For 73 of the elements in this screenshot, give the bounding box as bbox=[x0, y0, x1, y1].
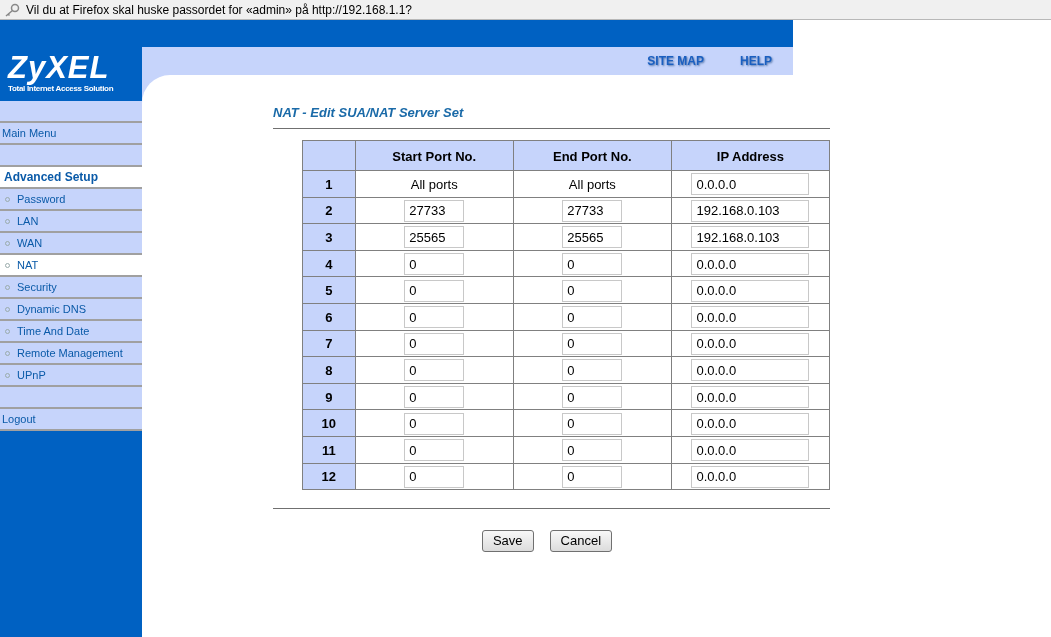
column-header: Start Port No. bbox=[392, 148, 477, 164]
start-port-field: All ports bbox=[410, 176, 458, 192]
end-port-field[interactable]: 25565 bbox=[562, 226, 623, 249]
page-title: NAT - Edit SUA/NAT Server Set bbox=[273, 104, 465, 122]
bullet-icon bbox=[5, 284, 10, 290]
form-button[interactable]: Save bbox=[481, 530, 534, 553]
start-port-field[interactable]: 0 bbox=[404, 253, 465, 276]
sidebar-item[interactable]: NAT bbox=[0, 255, 142, 277]
ip-address-field[interactable]: 192.168.0.103 bbox=[691, 199, 810, 222]
row-number: 3 bbox=[325, 230, 333, 245]
row-number: 1 bbox=[325, 176, 333, 192]
logo-wordmark: ZyXEL bbox=[8, 53, 111, 83]
row-number: 11 bbox=[321, 442, 336, 458]
notification-text: Vil du at Firefox skal huske passordet for «admin» på http://192.168.1.1? bbox=[26, 1, 412, 19]
row-number: 7 bbox=[325, 336, 333, 352]
start-port-field[interactable]: 0 bbox=[404, 306, 465, 329]
ip-address-field[interactable]: 0.0.0.0 bbox=[691, 173, 810, 196]
ip-address-field[interactable]: 0.0.0.0 bbox=[691, 359, 810, 382]
row-number: 6 bbox=[325, 309, 333, 325]
bullet-icon bbox=[5, 328, 10, 334]
header-link[interactable]: SITE MAP bbox=[647, 52, 704, 70]
end-port-field[interactable]: 0 bbox=[562, 253, 623, 276]
ip-address-field[interactable]: 192.168.0.103 bbox=[691, 226, 810, 249]
start-port-field[interactable]: 0 bbox=[404, 439, 465, 462]
end-port-field[interactable]: 0 bbox=[562, 306, 623, 329]
ip-address-field[interactable]: 0.0.0.0 bbox=[691, 253, 810, 276]
ip-address-field[interactable]: 0.0.0.0 bbox=[691, 386, 810, 409]
form-button[interactable]: Cancel bbox=[549, 530, 613, 553]
bullet-icon bbox=[5, 306, 10, 312]
row-number: 5 bbox=[325, 283, 333, 299]
end-port-field[interactable]: 0 bbox=[562, 465, 623, 488]
row-number: 4 bbox=[325, 256, 333, 272]
ip-address-field[interactable]: 0.0.0.0 bbox=[691, 465, 810, 488]
start-port-field[interactable]: 0 bbox=[404, 412, 465, 435]
key-icon bbox=[4, 2, 20, 17]
row-number: 9 bbox=[325, 389, 333, 405]
bullet-icon bbox=[5, 240, 10, 246]
row-number: 2 bbox=[325, 203, 333, 219]
bullet-icon bbox=[5, 196, 10, 202]
end-port-field[interactable]: 0 bbox=[562, 386, 623, 409]
bullet-icon bbox=[5, 262, 10, 268]
ip-address-field[interactable]: 0.0.0.0 bbox=[691, 279, 810, 302]
row-number: 8 bbox=[325, 362, 333, 378]
end-port-field[interactable]: 0 bbox=[562, 439, 623, 462]
end-port-field[interactable]: 0 bbox=[562, 359, 623, 382]
column-header: End Port No. bbox=[552, 148, 632, 164]
end-port-field: All ports bbox=[568, 176, 616, 192]
start-port-field[interactable]: 0 bbox=[404, 386, 465, 409]
start-port-field[interactable]: 27733 bbox=[404, 199, 465, 222]
sidebar-link[interactable]: Logout bbox=[2, 410, 36, 428]
start-port-field[interactable]: 0 bbox=[404, 279, 465, 302]
start-port-field[interactable]: 0 bbox=[404, 332, 465, 355]
ip-address-field[interactable]: 0.0.0.0 bbox=[691, 439, 810, 462]
end-port-field[interactable]: 27733 bbox=[562, 199, 623, 222]
ip-address-field[interactable]: 0.0.0.0 bbox=[691, 412, 810, 435]
end-port-field[interactable]: 0 bbox=[562, 332, 623, 355]
bullet-icon bbox=[5, 372, 10, 378]
row-number: 12 bbox=[321, 469, 337, 485]
bullet-icon bbox=[5, 218, 10, 224]
column-header: IP Address bbox=[716, 148, 785, 164]
logo-tagline: Total Internet Access Solution bbox=[8, 84, 115, 95]
row-number: 10 bbox=[321, 416, 337, 432]
start-port-field[interactable]: 0 bbox=[404, 359, 465, 382]
sidebar-heading: Advanced Setup bbox=[4, 169, 99, 186]
end-port-field[interactable]: 0 bbox=[562, 279, 623, 302]
bullet-icon bbox=[5, 350, 10, 356]
start-port-field[interactable]: 25565 bbox=[404, 226, 465, 249]
ip-address-field[interactable]: 0.0.0.0 bbox=[691, 332, 810, 355]
end-port-field[interactable]: 0 bbox=[562, 412, 623, 435]
sidebar-link[interactable]: Main Menu bbox=[2, 124, 57, 142]
ip-address-field[interactable]: 0.0.0.0 bbox=[691, 306, 810, 329]
header-link[interactable]: HELP bbox=[740, 52, 772, 70]
start-port-field[interactable]: 0 bbox=[404, 465, 465, 488]
